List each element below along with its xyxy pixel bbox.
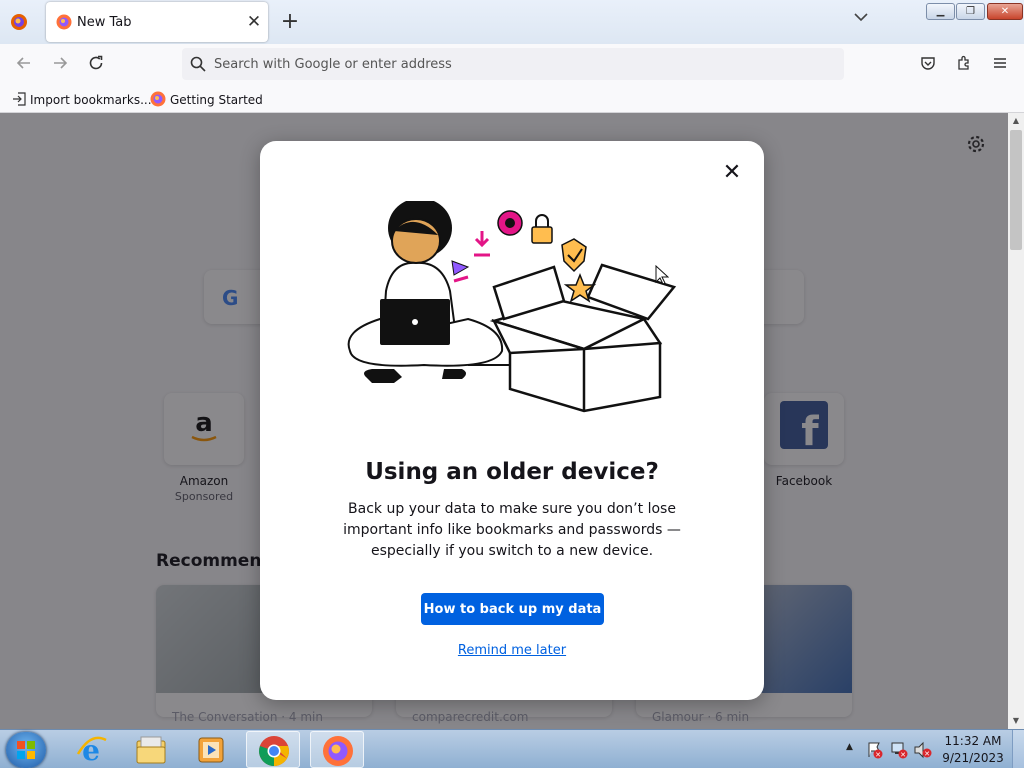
windows-taskbar: e ▲ ✕ ✕ ✕ 11:32 AM 9/21/2023 bbox=[0, 729, 1024, 768]
window-close-button[interactable]: ✕ bbox=[987, 3, 1023, 20]
svg-text:✕: ✕ bbox=[924, 750, 930, 758]
scroll-down-icon[interactable]: ▼ bbox=[1008, 713, 1024, 729]
forward-button[interactable] bbox=[46, 52, 74, 80]
card-source: comparecredit.com bbox=[412, 710, 529, 724]
bookmark-import[interactable]: Import bookmarks... bbox=[12, 90, 152, 110]
network-icon[interactable]: ✕ bbox=[890, 741, 908, 759]
back-button[interactable] bbox=[10, 52, 38, 80]
reload-button[interactable] bbox=[82, 52, 110, 80]
show-desktop-button[interactable] bbox=[1012, 730, 1024, 768]
firefox-view-icon[interactable] bbox=[10, 13, 28, 35]
taskbar-file-explorer[interactable] bbox=[124, 731, 178, 768]
show-hidden-icons-icon[interactable]: ▲ bbox=[846, 742, 853, 752]
bookmark-label: Import bookmarks... bbox=[30, 93, 152, 107]
bookmark-label: Getting Started bbox=[170, 93, 263, 107]
taskbar-chrome[interactable] bbox=[246, 731, 300, 768]
new-tab-button[interactable]: + bbox=[278, 8, 302, 36]
navigation-toolbar bbox=[0, 44, 1024, 86]
firefox-icon bbox=[323, 736, 353, 766]
chrome-icon bbox=[259, 736, 289, 766]
card-source: Glamour · 6 min bbox=[652, 710, 750, 724]
dialog-close-icon[interactable]: ✕ bbox=[718, 161, 746, 185]
volume-muted-icon[interactable]: ✕ bbox=[914, 741, 932, 759]
start-button[interactable] bbox=[6, 732, 46, 768]
backup-reminder-dialog: ✕ Using an older device? Back up your da… bbox=[260, 141, 764, 700]
tab-close-icon[interactable]: ✕ bbox=[242, 10, 266, 34]
url-bar[interactable] bbox=[182, 48, 844, 80]
firefox-favicon-icon bbox=[56, 14, 72, 34]
internet-explorer-icon: e bbox=[76, 734, 107, 766]
taskbar-media-player[interactable] bbox=[184, 731, 238, 768]
search-icon bbox=[190, 56, 206, 76]
extensions-icon[interactable] bbox=[950, 52, 978, 80]
svg-text:✕: ✕ bbox=[875, 751, 881, 759]
window-minimize-button[interactable]: ▁ bbox=[926, 3, 955, 20]
taskbar-firefox[interactable] bbox=[310, 731, 364, 768]
tab-title: New Tab bbox=[77, 15, 132, 30]
dialog-body-text: Back up your data to make sure you don’t… bbox=[343, 501, 681, 559]
remind-me-later-link[interactable]: Remind me later bbox=[260, 643, 764, 658]
card-source: The Conversation · 4 min bbox=[172, 710, 323, 724]
bookmarks-toolbar: Import bookmarks... Getting Started bbox=[0, 86, 1024, 113]
scrollbar-thumb[interactable] bbox=[1010, 130, 1022, 250]
clock-time: 11:32 AM bbox=[944, 734, 1002, 748]
windows-logo-icon bbox=[17, 741, 35, 759]
clock-date: 9/21/2023 bbox=[942, 751, 1004, 765]
firefox-favicon-icon bbox=[150, 91, 166, 107]
tab-new-tab[interactable]: New Tab ✕ bbox=[46, 2, 268, 42]
system-tray: ▲ ✕ ✕ ✕ bbox=[842, 730, 952, 768]
backup-illustration bbox=[347, 201, 677, 413]
import-icon bbox=[13, 92, 26, 106]
media-player-icon bbox=[198, 737, 224, 763]
hamburger-menu-icon[interactable] bbox=[986, 52, 1014, 80]
bookmark-getting-started[interactable]: Getting Started bbox=[150, 90, 263, 110]
folder-icon bbox=[136, 736, 166, 764]
dialog-title: Using an older device? bbox=[365, 459, 659, 485]
taskbar-internet-explorer[interactable]: e bbox=[64, 731, 118, 768]
tab-strip: New Tab ✕ + ▁ ❐ ✕ bbox=[0, 0, 1024, 44]
taskbar-clock[interactable]: 11:32 AM 9/21/2023 bbox=[940, 733, 1006, 767]
pocket-icon[interactable] bbox=[914, 52, 942, 80]
scroll-up-icon[interactable]: ▲ bbox=[1008, 113, 1024, 129]
svg-text:✕: ✕ bbox=[900, 751, 906, 759]
mouse-cursor-icon bbox=[655, 265, 669, 285]
action-center-flag-icon[interactable]: ✕ bbox=[866, 741, 884, 759]
url-input[interactable] bbox=[214, 54, 814, 74]
list-all-tabs-icon[interactable] bbox=[854, 10, 868, 26]
window-restore-button[interactable]: ❐ bbox=[956, 3, 985, 20]
how-to-backup-button[interactable]: How to back up my data bbox=[421, 593, 604, 625]
